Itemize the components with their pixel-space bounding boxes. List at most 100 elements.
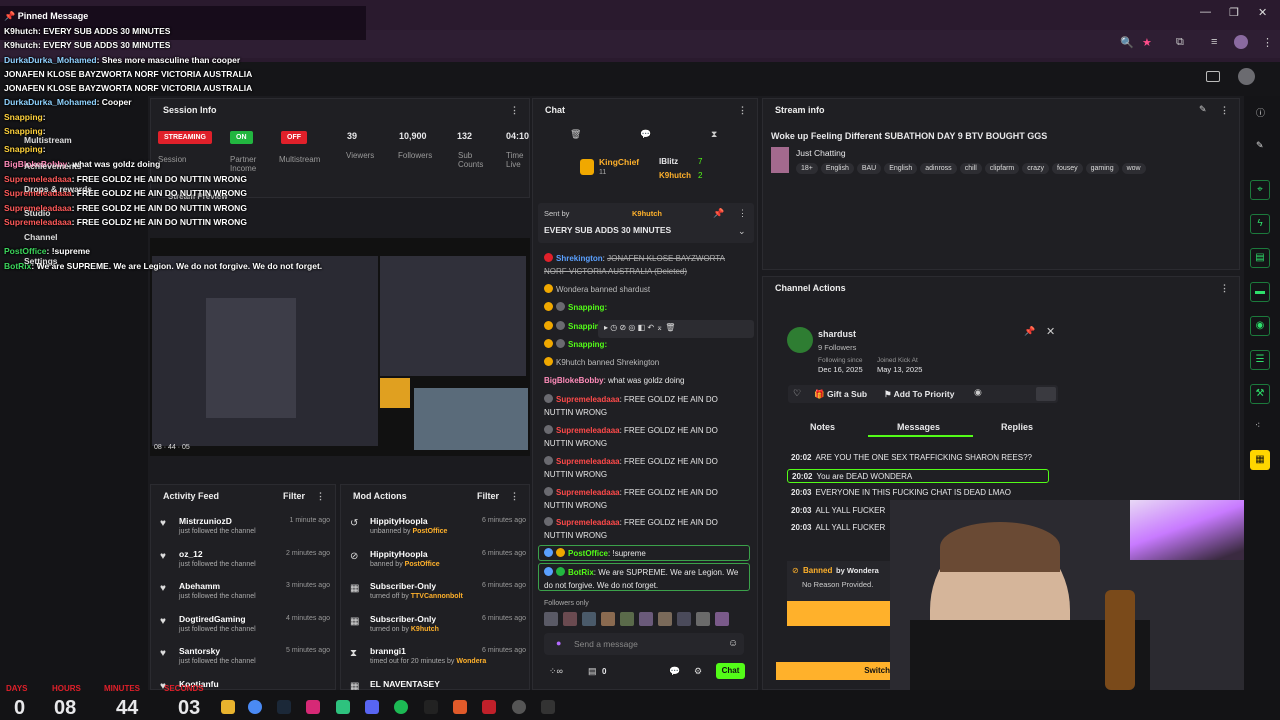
chat-bubble-icon[interactable]: 💬 xyxy=(669,666,680,677)
chat-bubble-icon[interactable]: ▬ xyxy=(1250,282,1270,302)
extension-icon[interactable]: ⧉ xyxy=(1176,36,1184,49)
edit-icon[interactable]: ✎ xyxy=(1199,104,1207,115)
mod-action-by[interactable]: K9hutch xyxy=(411,626,439,633)
share-icon[interactable]: ⁖ xyxy=(1255,420,1260,431)
mod-action-name[interactable]: EL NAVENTASEY xyxy=(370,679,526,689)
stream-tag[interactable]: chill xyxy=(959,163,982,174)
gear-icon[interactable]: ⚙ xyxy=(694,666,702,677)
more-icon[interactable]: ⋮ xyxy=(510,99,519,121)
partner-on-badge[interactable]: ON xyxy=(230,131,253,144)
mod-action-item[interactable]: ▦ EL NAVENTASEY xyxy=(350,679,526,692)
mod-action-by[interactable]: Wondera xyxy=(456,658,486,665)
overlay-username[interactable]: K9hutch xyxy=(4,40,38,50)
gifter-2-name[interactable]: IBlitz xyxy=(659,157,678,166)
activity-item[interactable]: ♥ MistrzuniozD just followed the channel 1 … xyxy=(160,516,332,535)
sidebar-item-4[interactable]: Channel xyxy=(24,232,58,242)
emote-icon[interactable] xyxy=(601,612,615,626)
trash-icon[interactable]: 🗑 xyxy=(570,129,581,140)
sidebar-item-3[interactable]: Studio xyxy=(24,208,50,218)
discord-icon[interactable] xyxy=(365,700,379,714)
gift-sub-button[interactable]: 🎁 Gift a Sub xyxy=(814,389,867,400)
emote-icon[interactable] xyxy=(639,612,653,626)
overlay-username[interactable]: Supremeleadaaa xyxy=(4,174,72,184)
top-gifter-name[interactable]: KingChief xyxy=(599,157,639,167)
epic-icon[interactable] xyxy=(541,700,555,714)
add-priority-button[interactable]: ⚑ Add To Priority xyxy=(884,389,954,400)
mod-action-item[interactable]: ⊘ HippityHoopla banned by PostOffice 6 minu… xyxy=(350,549,526,568)
send-chat-button[interactable]: Chat xyxy=(716,663,745,679)
stream-tag[interactable]: crazy xyxy=(1022,163,1049,174)
stream-tag[interactable]: English xyxy=(820,163,854,174)
bolt-icon[interactable]: ϟ xyxy=(1250,214,1270,234)
menu-icon[interactable]: ⋮ xyxy=(1262,36,1273,49)
document-icon[interactable]: ▤ xyxy=(1250,248,1270,268)
star-icon[interactable]: ★ xyxy=(1142,36,1152,49)
more-icon[interactable]: ⋮ xyxy=(738,208,747,219)
stream-tag[interactable]: English xyxy=(884,163,918,174)
emote-icon[interactable] xyxy=(582,612,596,626)
chevron-down-icon[interactable]: ⌄ xyxy=(738,226,746,237)
app-icon[interactable] xyxy=(336,700,350,714)
obs-icon[interactable] xyxy=(453,700,467,714)
chat-username[interactable]: Supremeleadaaa xyxy=(556,426,620,435)
emote-icon[interactable] xyxy=(544,612,558,626)
activity-item[interactable]: ♥ Abehamm just followed the channel 3 minut… xyxy=(160,581,332,600)
avatar[interactable] xyxy=(1238,68,1255,85)
category-name[interactable]: Just Chatting xyxy=(796,148,846,158)
store-icon[interactable]: ▤ xyxy=(588,666,597,677)
overlay-username[interactable]: PostOffice xyxy=(4,246,47,256)
list-icon[interactable]: ☰ xyxy=(1250,350,1270,370)
overlay-username[interactable]: Supremeleadaaa xyxy=(4,217,72,227)
more-icon[interactable]: ⋮ xyxy=(738,99,747,121)
spotify-icon[interactable] xyxy=(394,700,408,714)
mod-action-item[interactable]: ▦ Subscriber-Only turned off by TTVCannonb… xyxy=(350,581,526,600)
activity-item[interactable]: ♥ Santorsky just followed the channel 5 min… xyxy=(160,646,332,665)
playlist-icon[interactable]: ≡ xyxy=(1211,36,1217,48)
emoji-icon[interactable]: ☺ xyxy=(728,638,738,649)
more-icon[interactable]: ⋮ xyxy=(1220,277,1229,299)
activity-item[interactable]: ♥ DogtiredGaming just followed the channel… xyxy=(160,614,332,633)
emote-icon[interactable] xyxy=(620,612,634,626)
tab-replies[interactable]: Replies xyxy=(1001,422,1033,432)
stream-tag[interactable]: adinross xyxy=(920,163,957,174)
overlay-username[interactable]: Snapping xyxy=(4,112,43,122)
user-avatar[interactable] xyxy=(787,327,813,353)
stream-tag[interactable]: gaming xyxy=(1085,163,1119,174)
filter-button[interactable]: Filter xyxy=(283,485,305,507)
sidebar-item-0[interactable]: Multistream xyxy=(24,135,72,145)
sidebar-item-2[interactable]: Drops & rewards xyxy=(24,184,92,194)
steam-icon[interactable] xyxy=(277,700,291,714)
emote-icon[interactable] xyxy=(563,612,577,626)
wrench-icon[interactable]: ⚒ xyxy=(1250,384,1270,404)
overlay-username[interactable]: K9hutch xyxy=(4,26,38,36)
profile-icon[interactable] xyxy=(1234,35,1248,49)
mod-action-item[interactable]: ↺ HippityHoopla unbanned by PostOffice 6 mi… xyxy=(350,516,526,535)
close-icon[interactable]: ✕ xyxy=(1046,325,1055,338)
more-icon[interactable]: ⋮ xyxy=(316,485,325,507)
maximize-button[interactable]: ❐ xyxy=(1229,6,1239,19)
sidebar-item-1[interactable]: Achievements xyxy=(24,161,82,171)
points-icon[interactable]: ⁘∞ xyxy=(549,666,563,677)
mod-action-by[interactable]: PostOffice xyxy=(405,561,440,568)
file-explorer-icon[interactable] xyxy=(221,700,235,714)
sidebar-item-5[interactable]: Settings xyxy=(24,256,58,266)
eye-icon[interactable]: ◉ xyxy=(974,387,982,398)
chat-username[interactable]: Snapping: xyxy=(568,340,607,349)
monitor-icon[interactable] xyxy=(1206,71,1220,82)
chat-username[interactable]: BigBlokeBobby xyxy=(544,376,604,385)
flag-button[interactable] xyxy=(1036,387,1056,401)
hourglass-icon[interactable]: ⧗ xyxy=(711,129,717,140)
emote-icon[interactable] xyxy=(715,612,729,626)
close-window-button[interactable]: ✕ xyxy=(1258,6,1267,19)
overlay-username[interactable]: DurkaDurka_Mohamed xyxy=(4,55,97,65)
reply-icon[interactable]: ▸ ◷ ⊘ ◎ ◧ ↶ ⌅ 🗑 xyxy=(604,323,675,332)
broadcast-icon[interactable]: ◉ xyxy=(1250,316,1270,336)
minimize-button[interactable]: — xyxy=(1200,6,1211,18)
gifter-3-name[interactable]: K9hutch xyxy=(659,171,691,180)
search-icon[interactable]: 🔍 xyxy=(1120,36,1134,49)
chat-username[interactable]: Snapping: xyxy=(568,303,607,312)
filter-button[interactable]: Filter xyxy=(477,485,499,507)
unban-button[interactable] xyxy=(787,601,897,626)
mod-action-item[interactable]: ⧗ branngi1 timed out for 20 minutes by Won… xyxy=(350,646,526,665)
multistream-off-badge[interactable]: OFF xyxy=(281,131,307,144)
